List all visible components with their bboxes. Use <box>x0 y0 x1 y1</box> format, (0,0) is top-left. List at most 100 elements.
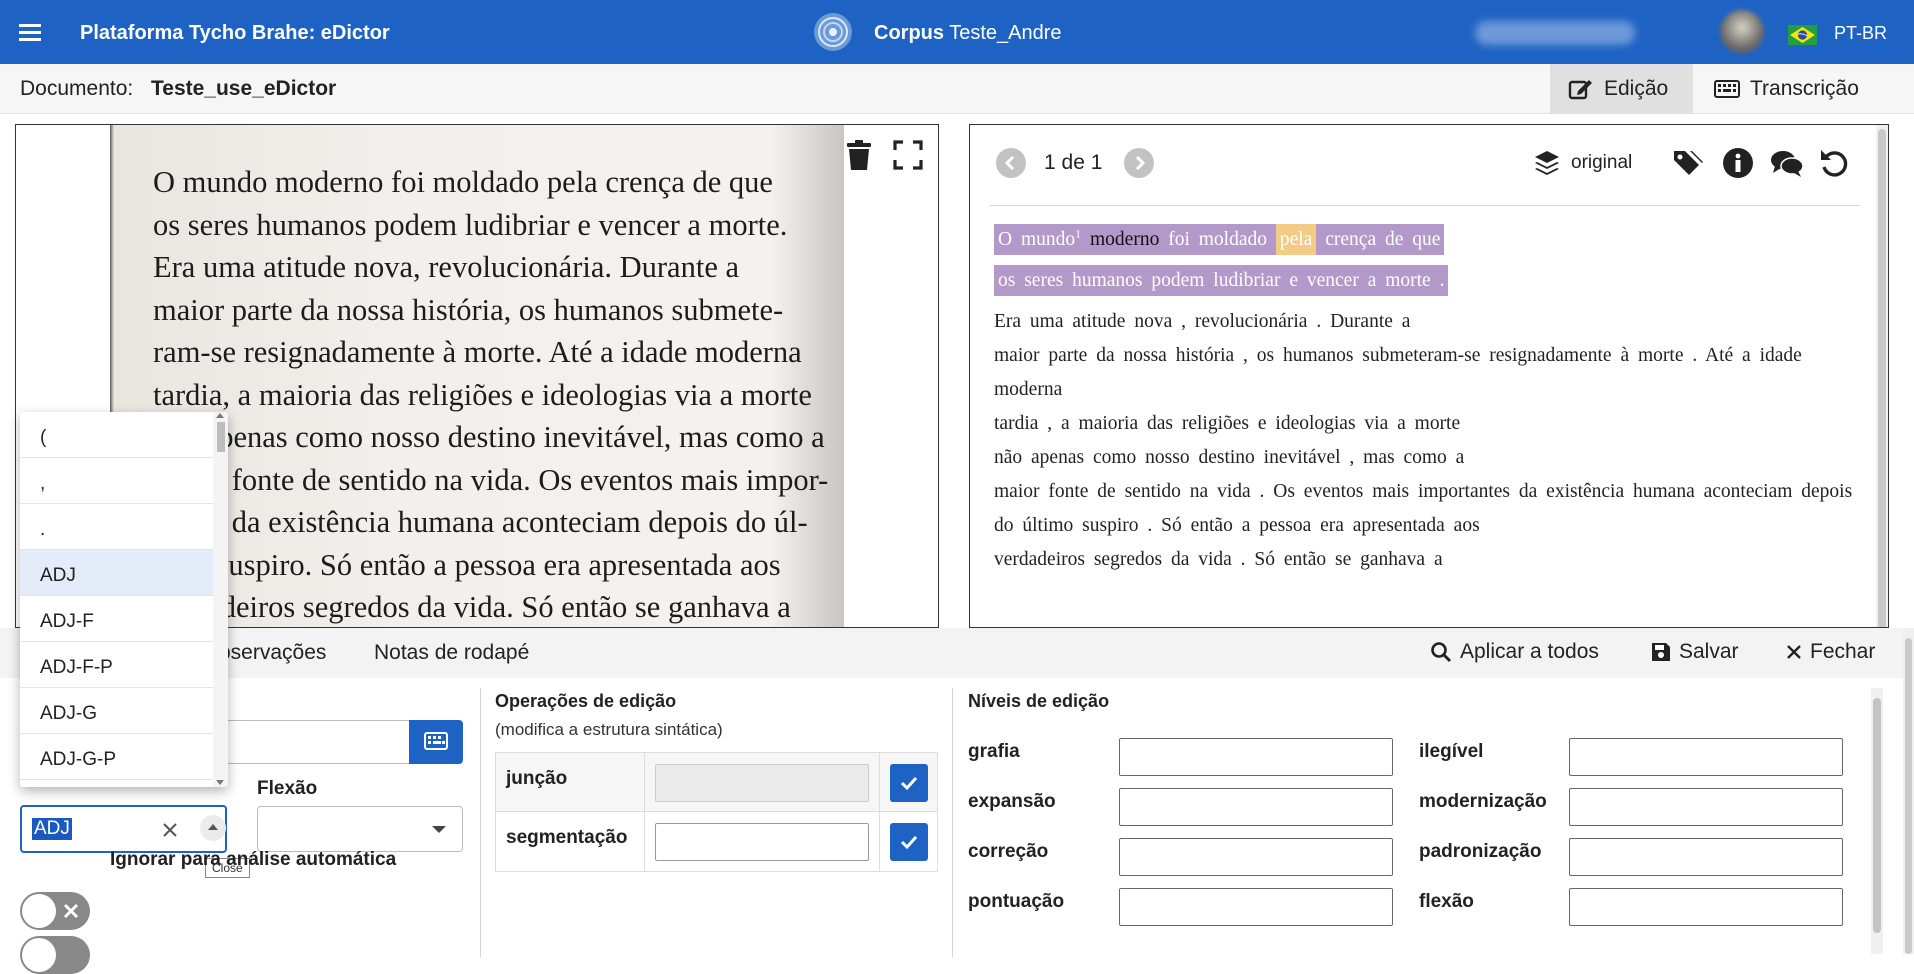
page-line: tardia, a maioria das religiões e ideolo… <box>153 377 812 412</box>
document-bar: Documento: Teste_use_eDictor Edição Tran… <box>0 64 1914 114</box>
segmentation-input[interactable] <box>655 823 869 861</box>
level-label-modernizacao: modernização <box>1419 791 1547 812</box>
sentence-line[interactable]: não apenas como nosso destino inevitável… <box>990 441 1860 475</box>
app-title: Plataforma Tycho Brahe: eDictor <box>80 22 390 44</box>
footnote-marker[interactable]: 1 <box>1075 226 1081 240</box>
selected-sentence[interactable]: O mundo1 moderno foi moldado pela crença… <box>994 223 1445 255</box>
scrollbar[interactable] <box>213 412 228 787</box>
list-item-selected[interactable]: ADJ <box>20 550 213 596</box>
tab-notas-de-rodape[interactable]: Notas de rodapé <box>374 641 529 665</box>
token[interactable]: crença de que <box>1325 229 1440 250</box>
level-input-expansao[interactable] <box>1119 788 1393 826</box>
apply-segmentation-button[interactable] <box>890 823 928 861</box>
scrollbar-thumb[interactable] <box>1878 129 1886 627</box>
token[interactable]: O <box>998 229 1012 250</box>
keyboard-icon <box>1714 79 1740 99</box>
page-photo-text: O mundo moderno foi moldado pela crença … <box>153 161 828 627</box>
level-input-ilegivel[interactable] <box>1569 738 1843 776</box>
scroll-down-icon[interactable] <box>216 780 224 785</box>
collapse-options-button[interactable] <box>200 815 226 841</box>
x-icon <box>62 902 80 920</box>
tab-transcricao-label: Transcrição <box>1750 77 1859 100</box>
editor-tabbar: bservações Notas de rodapé Aplicar a tod… <box>0 628 1914 678</box>
page-line: ram-se resignadamente à morte. Até a ida… <box>153 335 802 369</box>
scrollbar[interactable] <box>1876 125 1888 627</box>
pos-tag-value[interactable]: ADJ <box>32 818 72 840</box>
language-selector[interactable]: PT-BR <box>1834 23 1887 44</box>
list-item[interactable]: ADJ-G-P <box>20 734 213 780</box>
apply-to-all-button[interactable]: Aplicar a todos <box>1430 640 1599 664</box>
sentence-line: os seres humanos podem ludibriar e vence… <box>990 264 1860 298</box>
scroll-up-icon[interactable] <box>216 413 224 418</box>
level-input-flexao[interactable] <box>1569 888 1843 926</box>
level-input-padronizacao[interactable] <box>1569 838 1843 876</box>
scrollbar-thumb[interactable] <box>1873 698 1881 933</box>
token[interactable]: moldado <box>1199 229 1267 250</box>
level-label-expansao: expansão <box>968 791 1056 812</box>
sentence-line[interactable]: tardia , a maioria das religiões e ideol… <box>990 407 1860 441</box>
close-icon <box>1786 644 1802 660</box>
avatar[interactable] <box>1720 10 1764 54</box>
token-highlighted[interactable]: pela <box>1275 223 1317 255</box>
token[interactable]: foi <box>1168 229 1190 250</box>
previous-page-button[interactable] <box>996 148 1026 178</box>
list-item[interactable]: ( <box>20 412 213 458</box>
level-input-modernizacao[interactable] <box>1569 788 1843 826</box>
flexion-select[interactable] <box>257 806 463 852</box>
virtual-keyboard-button[interactable] <box>409 720 463 764</box>
next-page-button[interactable] <box>1124 148 1154 178</box>
level-label-ilegivel: ilegível <box>1419 741 1484 762</box>
save-button[interactable]: Salvar <box>1651 640 1739 664</box>
list-item[interactable]: ADJ-G <box>20 688 213 734</box>
level-input-grafia[interactable] <box>1119 738 1393 776</box>
sentence-line[interactable]: Era uma atitude nova , revolucionária . … <box>990 305 1860 339</box>
list-item[interactable]: ADJ-F <box>20 596 213 642</box>
flexion-label: Flexão <box>257 778 318 799</box>
pos-tag-combobox[interactable]: ADJ <box>20 805 227 853</box>
close-button[interactable]: Fechar <box>1786 640 1875 664</box>
level-label-correcao: correção <box>968 841 1049 862</box>
scrollbar-thumb[interactable] <box>217 422 225 452</box>
undo-icon[interactable] <box>1818 147 1850 179</box>
sentence-line[interactable]: maior fonte de sentido na vida . Os even… <box>990 475 1860 543</box>
page-line: Era uma atitude nova, revolucionária. Du… <box>153 250 740 284</box>
token-current[interactable]: moderno <box>1090 229 1159 250</box>
list-item[interactable]: ADJ-F-P <box>20 642 213 688</box>
menu-icon[interactable] <box>16 18 44 46</box>
apply-junction-button[interactable] <box>890 764 928 802</box>
layer-selector[interactable]: original <box>1533 149 1632 177</box>
layers-icon <box>1533 149 1561 177</box>
tab-edicao[interactable]: Edição <box>1550 64 1693 114</box>
sentence-line[interactable]: verdadeiros segredos da vida . Só então … <box>990 543 1860 577</box>
list-item[interactable]: , <box>20 458 213 504</box>
clear-icon[interactable] <box>160 820 180 840</box>
selected-sentence[interactable]: os seres humanos podem ludibriar e vence… <box>994 264 1449 296</box>
scrollbar[interactable] <box>1903 628 1914 954</box>
token[interactable]: mundo <box>1021 229 1075 250</box>
ignore-analysis-toggle[interactable] <box>20 892 90 930</box>
info-icon[interactable] <box>1722 147 1754 179</box>
level-input-correcao[interactable] <box>1119 838 1393 876</box>
level-input-pontuacao[interactable] <box>1119 888 1393 926</box>
scrollbar-thumb[interactable] <box>1905 638 1912 954</box>
fullscreen-icon[interactable] <box>892 139 924 171</box>
page-line: maior parte da nossa história, os humano… <box>153 292 784 327</box>
pos-tag-listbox: ( , . ADJ ADJ-F ADJ-F-P ADJ-G ADJ-G-P <box>20 412 228 787</box>
comments-icon[interactable] <box>1770 147 1804 179</box>
document-label: Documento: <box>20 77 134 100</box>
scrollbar[interactable] <box>1871 688 1883 954</box>
edit-operations-subtitle: (modifica a estrutura sintática) <box>495 720 723 739</box>
second-toggle[interactable] <box>20 936 90 974</box>
document-name: Teste_use_eDictor <box>151 77 337 100</box>
layer-label: original <box>1571 152 1633 173</box>
tab-observacoes[interactable]: bservações <box>219 641 326 665</box>
word-input[interactable] <box>220 720 410 764</box>
sentence-line[interactable]: maior parte da nossa história , os human… <box>990 339 1860 407</box>
brazil-flag-icon[interactable] <box>1788 25 1817 45</box>
tags-icon[interactable] <box>1672 147 1704 179</box>
tab-transcricao[interactable]: Transcrição <box>1696 64 1896 114</box>
list-item[interactable]: . <box>20 504 213 550</box>
corpus-title: Corpus Teste_Andre <box>874 22 1062 45</box>
user-name-blurred[interactable] <box>1475 21 1635 45</box>
delete-image-button[interactable] <box>844 139 874 171</box>
